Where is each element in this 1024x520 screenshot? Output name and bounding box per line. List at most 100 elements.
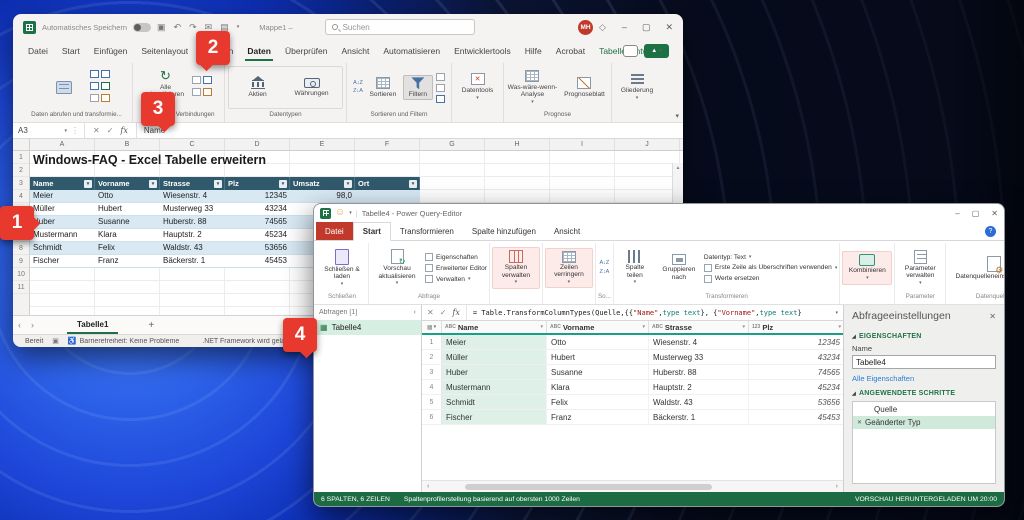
- add-sheet-button[interactable]: +: [148, 320, 154, 331]
- select-all-corner[interactable]: [13, 139, 30, 150]
- applied-step[interactable]: ✕ Quelle: [853, 403, 995, 416]
- filter-button[interactable]: Filtern: [403, 75, 433, 99]
- cell-plz[interactable]: 12345: [225, 190, 290, 202]
- column-letter[interactable]: A: [30, 139, 95, 150]
- cancel-icon[interactable]: ✕: [427, 308, 434, 317]
- cancel-icon[interactable]: ✕: [93, 126, 100, 135]
- datasource-settings-button[interactable]: Datenquelleneinstellungen: [948, 254, 1005, 283]
- ribbon-tab[interactable]: Einfügen: [87, 40, 135, 61]
- column-letter[interactable]: G: [420, 139, 485, 150]
- formula-code[interactable]: = Table.TransformColumnTypes(Quelle,{{"N…: [466, 305, 830, 320]
- ribbon-tab[interactable]: Seitenlayout: [134, 40, 195, 61]
- maximize-button[interactable]: ▢: [972, 209, 980, 218]
- cell-strasse[interactable]: Hauptstr. 2: [160, 229, 225, 241]
- cell-vorname[interactable]: Felix: [547, 395, 649, 409]
- table-header-cell[interactable]: Strasse▾: [160, 177, 225, 190]
- cell-plz[interactable]: 53656: [225, 242, 290, 254]
- forecast-sheet-button[interactable]: Prognoseblatt: [561, 77, 608, 98]
- ribbon-tab[interactable]: Start: [353, 222, 391, 241]
- ribbon-tab[interactable]: Ansicht: [335, 40, 377, 61]
- cell-plz[interactable]: 45234: [225, 229, 290, 241]
- column-header-strasse[interactable]: ABCStrasse▾: [649, 321, 749, 333]
- close-button[interactable]: ✕: [991, 209, 998, 218]
- save-icon[interactable]: ▣: [157, 22, 166, 33]
- column-letter[interactable]: I: [550, 139, 615, 150]
- cell-strasse[interactable]: Huberstr. 88: [649, 365, 749, 379]
- properties-button[interactable]: Eigenschaften: [425, 253, 487, 261]
- filter-dropdown-icon[interactable]: ▾: [838, 324, 841, 330]
- sheet-next-icon[interactable]: ›: [31, 320, 34, 330]
- sort-button[interactable]: Sortieren: [366, 77, 400, 98]
- fx-icon[interactable]: fx: [120, 126, 127, 135]
- scroll-up-icon[interactable]: ▲: [676, 165, 681, 171]
- query-name-input[interactable]: [852, 355, 996, 369]
- row-number[interactable]: 8: [13, 242, 29, 255]
- table-header-cell[interactable]: Plz▾: [225, 177, 290, 190]
- ribbon-tab[interactable]: Ansicht: [545, 222, 589, 240]
- applied-step[interactable]: ✕ Geänderter Typ: [853, 416, 995, 429]
- sort-za-icon[interactable]: Z↓A: [353, 89, 363, 95]
- column-letter[interactable]: C: [160, 139, 225, 150]
- feedback-smiley-icon[interactable]: ☺: [335, 208, 345, 218]
- close-and-load-button[interactable]: Schließen & laden▾: [318, 247, 366, 290]
- search-input[interactable]: Suchen: [325, 19, 475, 35]
- cell-name[interactable]: Müller: [30, 203, 95, 215]
- scroll-right-icon[interactable]: ›: [836, 483, 838, 490]
- applied-steps-section-header[interactable]: ◢ANGEWENDETE SCHRITTE: [852, 390, 996, 397]
- cell-name[interactable]: Schmidt: [442, 395, 547, 409]
- column-letter[interactable]: F: [355, 139, 420, 150]
- row-number[interactable]: 4: [13, 190, 29, 203]
- cell-vorname[interactable]: Hubert: [95, 203, 160, 215]
- cell-plz[interactable]: 74565: [225, 216, 290, 228]
- row-number[interactable]: 3: [422, 365, 442, 379]
- column-header-name[interactable]: ABCName▾: [442, 321, 547, 333]
- comments-button[interactable]: [623, 45, 638, 57]
- close-pane-icon[interactable]: ✕: [989, 312, 996, 321]
- row-number[interactable]: 2: [13, 164, 29, 177]
- ribbon-tab[interactable]: Datei: [316, 222, 353, 240]
- filter-dropdown-icon[interactable]: ▾: [540, 324, 543, 330]
- cell-plz[interactable]: 12345: [749, 335, 843, 349]
- ribbon-tab[interactable]: Entwicklertools: [447, 40, 518, 61]
- get-data-button[interactable]: [41, 81, 87, 94]
- cell-strasse[interactable]: Waldstr. 43: [649, 395, 749, 409]
- combine-button[interactable]: Kombinieren▾: [842, 251, 892, 284]
- cell-plz[interactable]: 45453: [749, 410, 843, 424]
- filter-dropdown-icon[interactable]: ▾: [84, 180, 92, 188]
- cell-name[interactable]: Fischer: [442, 410, 547, 424]
- autosave-toggle[interactable]: [133, 23, 151, 32]
- refresh-preview-button[interactable]: Vorschau aktualisieren▾: [371, 247, 423, 289]
- name-box[interactable]: A3▾⋮: [13, 123, 85, 138]
- filter-dropdown-icon[interactable]: ▾: [642, 324, 645, 330]
- ribbon-tab[interactable]: Start: [55, 40, 87, 61]
- minimize-button[interactable]: –: [955, 209, 959, 218]
- sort-az-icon[interactable]: A↓Z: [353, 81, 363, 87]
- ribbon-tab[interactable]: Acrobat: [549, 40, 592, 61]
- cell-name[interactable]: Schmidt: [30, 242, 95, 254]
- cell-umsatz[interactable]: 98,0: [290, 190, 355, 202]
- sheet-tab[interactable]: Tabelle1: [67, 316, 118, 334]
- outline-button[interactable]: Gliederung▾: [615, 73, 659, 102]
- cell-name[interactable]: Mustermann: [30, 229, 95, 241]
- manage-button[interactable]: Verwalten▾: [425, 275, 487, 283]
- share-button[interactable]: ▲▾: [644, 44, 669, 58]
- ribbon-tab[interactable]: Spalte hinzufügen: [463, 222, 545, 240]
- cell-vorname[interactable]: Otto: [95, 190, 160, 202]
- cell-plz[interactable]: 74565: [749, 365, 843, 379]
- manage-parameters-button[interactable]: Parameter verwalten▾: [897, 248, 943, 289]
- close-button[interactable]: ✕: [665, 22, 673, 33]
- avatar[interactable]: MH: [578, 20, 593, 35]
- collapse-ribbon-icon[interactable]: ▾: [675, 112, 679, 120]
- cell-plz[interactable]: 43234: [225, 203, 290, 215]
- grid-corner[interactable]: ▦▾: [422, 321, 442, 333]
- whatif-button[interactable]: Was-wäre-wenn-Analyse▾: [507, 70, 558, 106]
- cell-strasse[interactable]: Musterweg 33: [160, 203, 225, 215]
- cell-plz[interactable]: 45453: [225, 255, 290, 267]
- cell-strasse[interactable]: Wiesenstr. 4: [160, 190, 225, 202]
- first-row-headers-button[interactable]: Erste Zeile als Überschriften verwenden▾: [704, 264, 837, 272]
- group-by-button[interactable]: Gruppieren nach: [656, 252, 702, 283]
- cell-vorname[interactable]: Susanne: [95, 216, 160, 228]
- row-number[interactable]: 9: [13, 255, 29, 268]
- properties-section-header[interactable]: ◢EIGENSCHAFTEN: [852, 333, 996, 340]
- collapse-pane-icon[interactable]: ‹: [414, 309, 416, 316]
